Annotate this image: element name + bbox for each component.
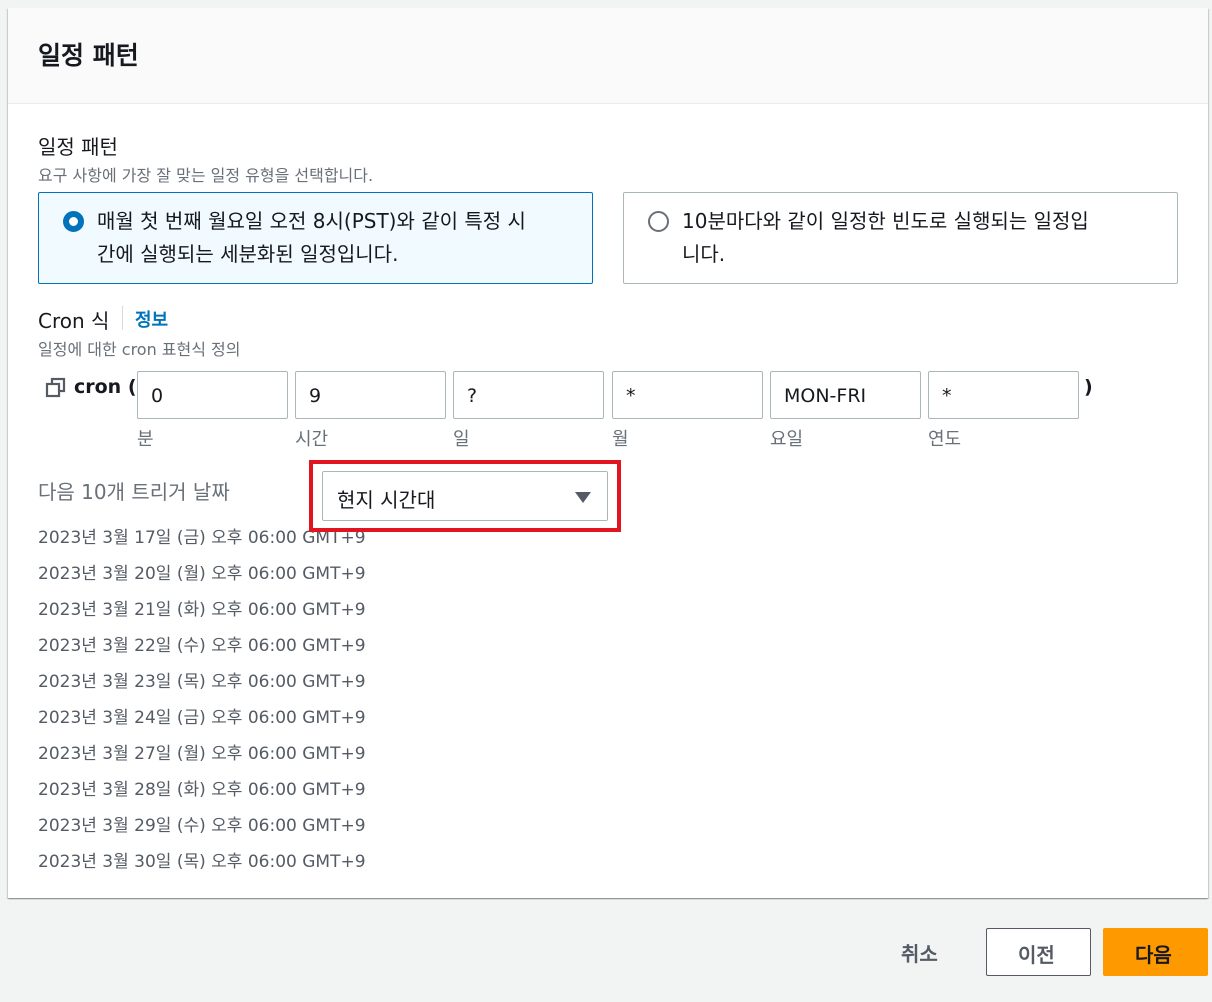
cron-day-of-week-input[interactable]: MON-FRI bbox=[770, 371, 921, 419]
cron-minutes-input[interactable]: 0 bbox=[137, 371, 288, 419]
option-fine-grained-text: 매월 첫 번째 월요일 오전 8시(PST)와 같이 특정 시 간에 실행되는 … bbox=[97, 205, 568, 271]
option-rate-based-line1: 10분마다와 같이 일정한 빈도로 실행되는 일정입 bbox=[682, 209, 1089, 233]
trigger-date: 2023년 3월 24일 (금) 오후 06:00 GMT+9 bbox=[38, 708, 366, 728]
trigger-date: 2023년 3월 23일 (목) 오후 06:00 GMT+9 bbox=[38, 672, 366, 692]
panel-title: 일정 패턴 bbox=[38, 41, 139, 70]
cron-hours-input[interactable]: 9 bbox=[295, 371, 446, 419]
cron-minutes-sublabel: 분 bbox=[137, 429, 154, 450]
cron-expression-label: Cron 식 bbox=[38, 309, 110, 333]
schedule-pattern-panel: 일정 패턴 bbox=[8, 8, 1208, 898]
trigger-date: 2023년 3월 27일 (월) 오후 06:00 GMT+9 bbox=[38, 744, 366, 764]
previous-button-label: 이전 bbox=[1018, 943, 1055, 967]
info-link[interactable]: 정보 bbox=[135, 306, 168, 332]
trigger-date: 2023년 3월 30일 (목) 오후 06:00 GMT+9 bbox=[38, 852, 366, 872]
next-button[interactable]: 다음 bbox=[1103, 928, 1208, 976]
next-trigger-dates-label: 다음 10개 트리거 날짜 bbox=[38, 480, 230, 504]
option-fine-grained-line1: 매월 첫 번째 월요일 오전 8시(PST)와 같이 특정 시 bbox=[97, 209, 526, 233]
previous-button[interactable]: 이전 bbox=[986, 928, 1091, 976]
option-fine-grained-schedule[interactable]: 매월 첫 번째 월요일 오전 8시(PST)와 같이 특정 시 간에 실행되는 … bbox=[38, 192, 593, 284]
trigger-date: 2023년 3월 28일 (화) 오후 06:00 GMT+9 bbox=[38, 780, 366, 800]
schedule-pattern-description: 요구 사항에 가장 잘 맞는 일정 유형을 선택합니다. bbox=[38, 166, 374, 185]
radio-selected-icon[interactable] bbox=[63, 211, 84, 232]
cron-month-sublabel: 월 bbox=[612, 429, 629, 450]
cron-suffix: ) bbox=[1084, 376, 1093, 398]
next-button-label: 다음 bbox=[1135, 943, 1172, 967]
option-rate-based-schedule[interactable]: 10분마다와 같이 일정한 빈도로 실행되는 일정입 니다. bbox=[623, 192, 1178, 284]
cron-year-input[interactable]: * bbox=[928, 371, 1079, 419]
label-divider bbox=[122, 306, 123, 330]
radio-unselected-icon[interactable] bbox=[648, 211, 669, 232]
option-rate-based-line2: 니다. bbox=[682, 242, 726, 266]
trigger-date: 2023년 3월 21일 (화) 오후 06:00 GMT+9 bbox=[38, 600, 366, 620]
timezone-select-value: 현지 시간대 bbox=[337, 488, 436, 512]
option-rate-based-text: 10분마다와 같이 일정한 빈도로 실행되는 일정입 니다. bbox=[682, 205, 1153, 271]
cancel-button[interactable]: 취소 bbox=[901, 938, 938, 967]
cron-year-sublabel: 연도 bbox=[928, 429, 962, 450]
caret-down-icon bbox=[575, 492, 591, 503]
panel-header: 일정 패턴 bbox=[8, 8, 1208, 104]
cron-day-of-week-sublabel: 요일 bbox=[770, 429, 804, 450]
cron-day-of-month-sublabel: 일 bbox=[453, 429, 470, 450]
trigger-date: 2023년 3월 29일 (수) 오후 06:00 GMT+9 bbox=[38, 816, 366, 836]
trigger-date: 2023년 3월 22일 (수) 오후 06:00 GMT+9 bbox=[38, 636, 366, 656]
cron-expression-description: 일정에 대한 cron 표현식 정의 bbox=[38, 340, 241, 359]
cron-day-of-month-input[interactable]: ? bbox=[453, 371, 604, 419]
option-fine-grained-line2: 간에 실행되는 세분화된 일정입니다. bbox=[97, 242, 399, 266]
timezone-select[interactable]: 현지 시간대 bbox=[322, 471, 608, 521]
cron-prefix: cron ( bbox=[74, 376, 137, 398]
cron-month-input[interactable]: * bbox=[612, 371, 763, 419]
schedule-pattern-label: 일정 패턴 bbox=[38, 135, 118, 159]
copy-icon[interactable] bbox=[45, 377, 67, 399]
cron-hours-sublabel: 시간 bbox=[295, 429, 329, 450]
trigger-date: 2023년 3월 20일 (월) 오후 06:00 GMT+9 bbox=[38, 564, 366, 584]
